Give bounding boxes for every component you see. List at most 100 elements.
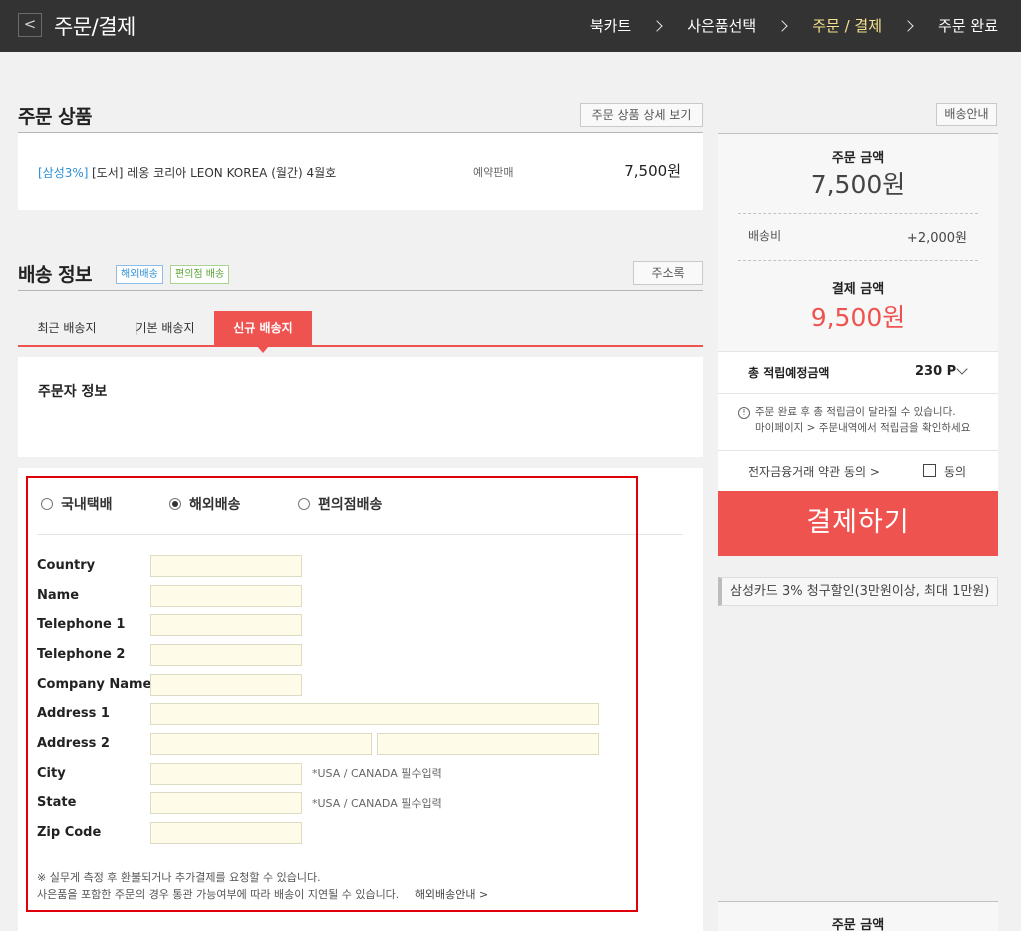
points-notice: 주문 완료 후 총 적립금이 달라질 수 있습니다. 마이페이지 > 주문내역에…	[755, 404, 970, 436]
points-value: 230 P	[915, 364, 957, 379]
radio-convenience-store[interactable]: 편의점배송	[298, 494, 382, 514]
chevron-left-icon: <	[23, 15, 37, 33]
telephone2-input[interactable]	[150, 644, 302, 666]
zip-code-label: Zip Code	[37, 825, 102, 840]
city-input[interactable]	[150, 763, 302, 785]
page-title: 주문/결제	[54, 15, 136, 39]
points-notice-line: 주문 완료 후 총 적립금이 달라질 수 있습니다.	[755, 406, 956, 418]
radio-overseas[interactable]: 해외배송	[169, 494, 241, 514]
divider	[738, 260, 978, 261]
state-label: State	[37, 795, 77, 810]
step-gift[interactable]: 사은품선택	[687, 15, 756, 36]
chevron-down-icon[interactable]	[956, 363, 968, 375]
radio-circle[interactable]	[41, 498, 53, 510]
name-input[interactable]	[150, 585, 302, 607]
divider	[738, 213, 978, 214]
city-label: City	[37, 766, 66, 781]
step-cart[interactable]: 북카트	[590, 15, 631, 36]
convenience-store-tag: 편의점 배송	[170, 265, 230, 284]
shipping-title: 배송 정보	[18, 264, 93, 286]
points-section: 총 적립예정금액 230 P ! 주문 완료 후 총 적립금이 달라질 수 있습…	[718, 351, 998, 491]
chevron-right-icon	[651, 19, 663, 32]
currency-unit: 원	[882, 303, 906, 332]
currency-unit: 원	[882, 170, 906, 199]
address1-label: Address 1	[37, 706, 110, 721]
sale-status: 예약판매	[473, 166, 514, 179]
divider	[718, 393, 998, 394]
order-amount-value: 7,500	[810, 170, 883, 199]
agree-checkbox[interactable]	[923, 464, 936, 477]
chevron-right-icon	[776, 19, 788, 32]
zip-code-input[interactable]	[150, 822, 302, 844]
radio-label: 해외배송	[189, 497, 241, 513]
order-items-title: 주문 상품	[18, 106, 93, 128]
chevron-right-icon	[902, 19, 914, 32]
overseas-shipping-tag: 해외배송	[116, 265, 163, 284]
name-label: Name	[37, 588, 80, 603]
address1-input[interactable]	[150, 703, 599, 725]
tab-default-address[interactable]: 기본 배송지	[116, 311, 214, 345]
address2-detail-input[interactable]	[377, 733, 599, 755]
order-detail-button[interactable]: 주문 상품 상세 보기	[580, 103, 703, 127]
card-promo-banner[interactable]: 삼성카드 3% 청구할인(3만원이상, 최대 1만원)	[718, 577, 998, 606]
pay-button[interactable]: 결제하기	[718, 491, 998, 556]
overseas-address-form	[18, 468, 703, 931]
radio-circle-checked[interactable]	[169, 498, 181, 510]
payment-amount-value: 9,500	[810, 303, 883, 332]
address-tabs: 최근 배송지 기본 배송지 신규 배송지	[18, 311, 703, 353]
customs-notice-text: 사은품을 포함한 주문의 경우 통관 가능여부에 따라 배송이 지연될 수 있습…	[37, 888, 400, 901]
order-amount-label: 주문 금액	[831, 151, 885, 166]
company-name-label: Company Name	[37, 677, 152, 692]
agree-label: 동의	[944, 465, 967, 479]
checkout-steps: 북카트 사은품선택 주문 / 결제 주문 완료	[590, 15, 998, 36]
terms-link[interactable]: 전자금융거래 약관 동의 >	[748, 463, 880, 480]
address-book-button[interactable]: 주소록	[633, 261, 703, 285]
payment-amount: 9,500원	[718, 298, 998, 334]
divider	[37, 534, 683, 535]
address2-label: Address 2	[37, 736, 110, 751]
company-name-input[interactable]	[150, 674, 302, 696]
country-input[interactable]	[150, 555, 302, 577]
header-bar: < 주문/결제 북카트 사은품선택 주문 / 결제 주문 완료	[0, 0, 1021, 52]
required-note: *USA / CANADA 필수입력	[312, 767, 442, 780]
divider	[718, 351, 998, 352]
required-note: *USA / CANADA 필수입력	[312, 797, 442, 810]
card-discount-badge: [삼성3%]	[38, 166, 89, 180]
payment-summary-repeat: 주문 금액	[718, 901, 998, 931]
product-price: 7,500원	[624, 162, 681, 180]
overseas-guide-link[interactable]: 해외배송안내 >	[415, 888, 488, 901]
radio-domestic[interactable]: 국내택배	[41, 494, 113, 514]
shipping-guide-button[interactable]: 배송안내	[936, 103, 997, 126]
order-amount: 7,500원	[718, 165, 998, 201]
customs-notice: 사은품을 포함한 주문의 경우 통관 가능여부에 따라 배송이 지연될 수 있습…	[37, 886, 488, 903]
weight-notice: ※ 실무게 측정 후 환불되거나 추가결제를 요청할 수 있습니다.	[37, 871, 321, 884]
payment-amount-label: 결제 금액	[831, 282, 885, 297]
points-notice-line: 마이페이지 > 주문내역에서 적립금을 확인하세요	[755, 422, 971, 434]
orderer-info-section: 주문자 정보	[18, 357, 703, 457]
tab-new-address[interactable]: 신규 배송지	[214, 311, 312, 353]
telephone1-label: Telephone 1	[37, 617, 126, 632]
divider	[18, 290, 703, 291]
radio-circle[interactable]	[298, 498, 310, 510]
step-checkout: 주문 / 결제	[812, 17, 883, 35]
divider	[718, 450, 998, 451]
telephone1-input[interactable]	[150, 614, 302, 636]
state-input[interactable]	[150, 792, 302, 814]
order-item-row: [삼성3%] [도서] 레옹 코리아 LEON KOREA (월간) 4월호 예…	[18, 133, 703, 210]
address2-input[interactable]	[150, 733, 372, 755]
product-name[interactable]: [도서] 레옹 코리아 LEON KOREA (월간) 4월호	[92, 164, 336, 181]
radio-label: 편의점배송	[318, 497, 383, 513]
tab-recent-address[interactable]: 최근 배송지	[18, 311, 116, 345]
radio-label: 국내택배	[61, 497, 113, 513]
points-label: 총 적립예정금액	[748, 366, 830, 380]
order-amount-label: 주문 금액	[831, 918, 885, 931]
shipping-fee-label: 배송비	[748, 229, 782, 243]
step-complete: 주문 완료	[938, 17, 998, 35]
shipping-fee-value: +2,000원	[906, 231, 967, 246]
country-label: Country	[37, 558, 96, 573]
orderer-info-title: 주문자 정보	[38, 384, 108, 400]
back-button[interactable]: <	[18, 13, 42, 37]
payment-summary: 주문 금액 7,500원 배송비 +2,000원 결제 금액 9,500원	[718, 133, 998, 351]
telephone2-label: Telephone 2	[37, 647, 126, 662]
info-icon: !	[738, 407, 750, 419]
